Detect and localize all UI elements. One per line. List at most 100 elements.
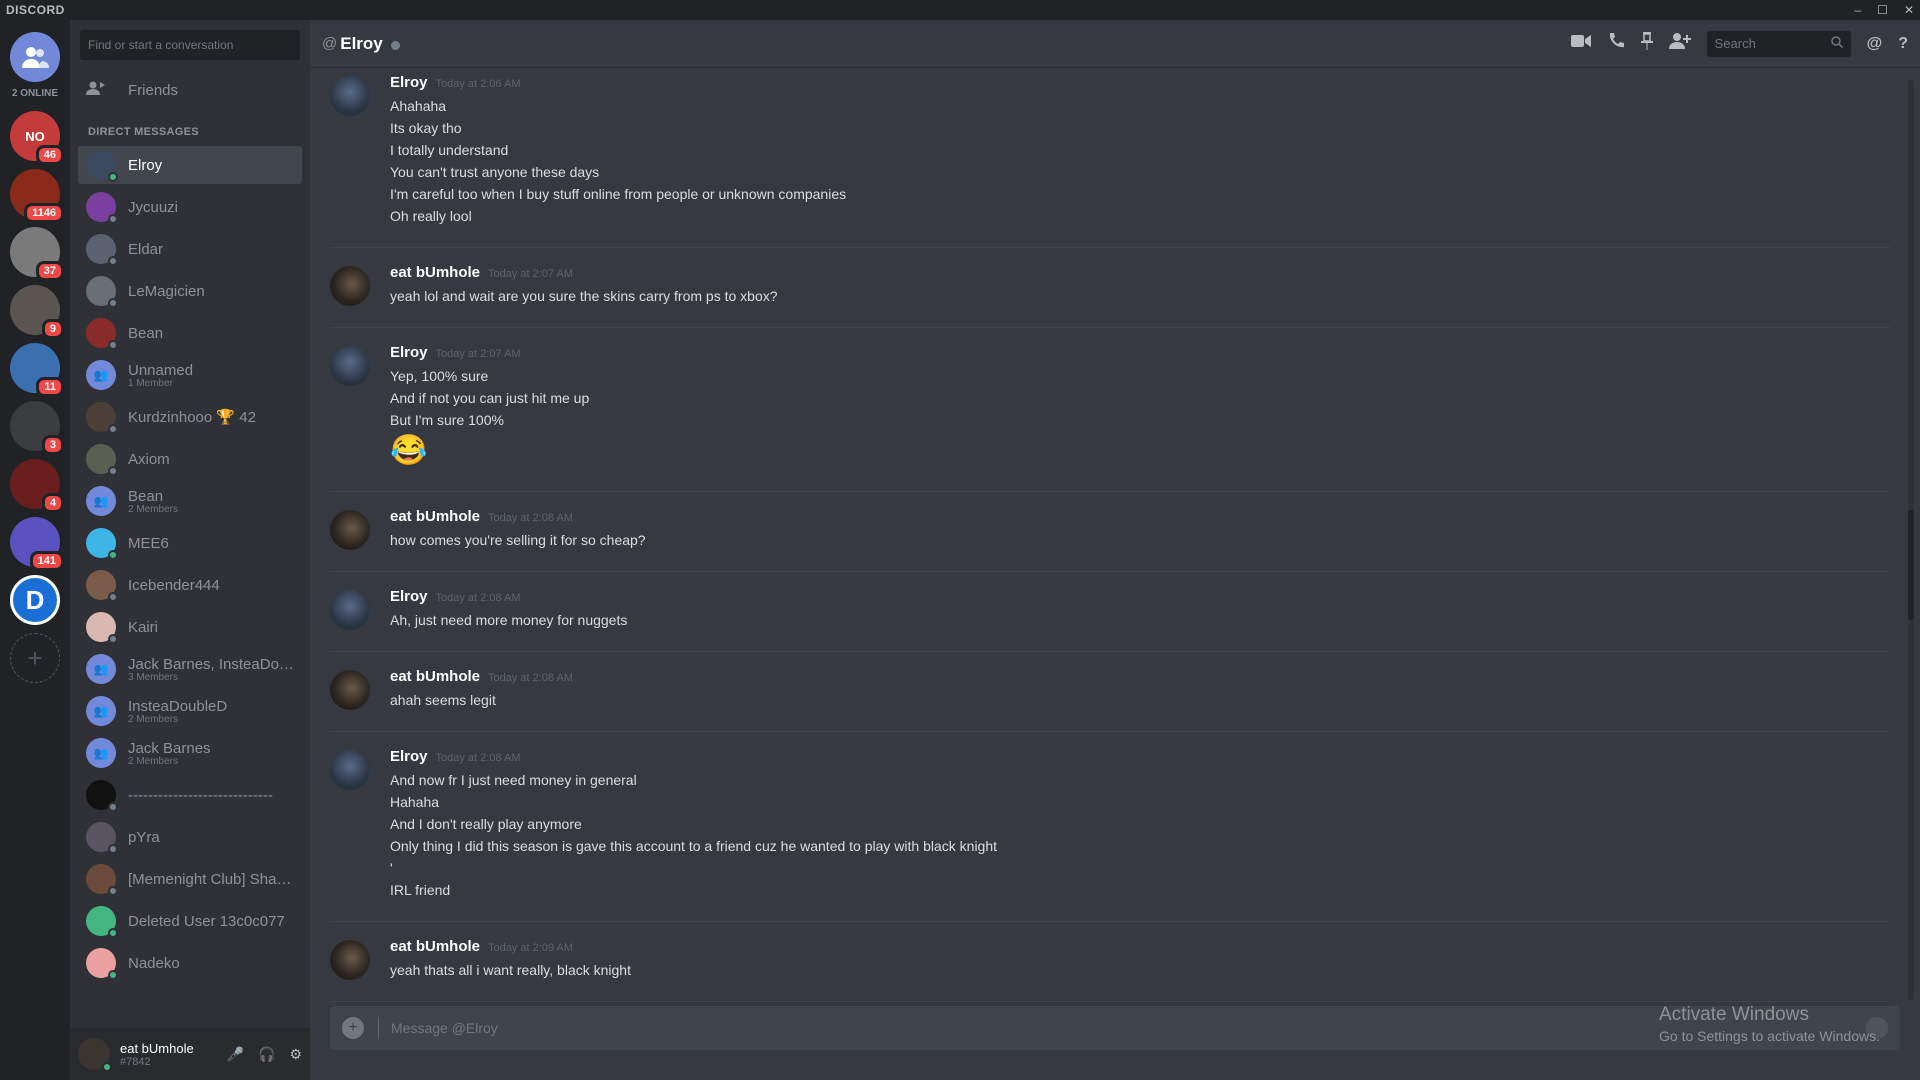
dm-item[interactable]: Eldar bbox=[78, 230, 302, 268]
dm-list: Elroy Jycuuzi Eldar LeMagicien Bean 👥 Unnamed 1… bbox=[70, 146, 310, 1016]
add-friend-icon[interactable] bbox=[1668, 32, 1691, 55]
dm-name: LeMagicien bbox=[128, 282, 205, 300]
settings-gear-icon[interactable]: ⚙ bbox=[289, 1046, 302, 1063]
dm-name: Jycuuzi bbox=[128, 198, 179, 216]
server-icon[interactable]: 1146 bbox=[10, 169, 64, 223]
dm-avatar bbox=[86, 948, 118, 980]
message-timestamp: Today at 2:09 AM bbox=[488, 942, 574, 954]
user-avatar[interactable] bbox=[78, 1038, 112, 1072]
message-author[interactable]: eat bUmhole bbox=[390, 938, 480, 955]
dm-item[interactable]: Elroy bbox=[78, 146, 302, 184]
server-icon[interactable]: 37 bbox=[10, 227, 64, 281]
status-dot bbox=[108, 424, 118, 434]
dm-name: Eldar bbox=[128, 240, 164, 258]
status-dot bbox=[108, 466, 118, 476]
maximize-button[interactable]: ☐ bbox=[1877, 3, 1888, 17]
message-avatar[interactable] bbox=[330, 510, 370, 550]
friends-button[interactable]: Friends bbox=[70, 70, 310, 110]
dm-name: Kairi bbox=[128, 618, 159, 636]
help-icon[interactable]: ? bbox=[1898, 35, 1908, 53]
mention-badge: 3 bbox=[41, 435, 64, 455]
message-text: Oh really lool bbox=[390, 208, 472, 224]
status-dot bbox=[108, 172, 118, 182]
dm-item[interactable]: Nadeko bbox=[78, 944, 302, 982]
message-text: I'm careful too when I buy stuff online … bbox=[390, 186, 847, 202]
message-author[interactable]: eat bUmhole bbox=[390, 264, 480, 281]
scrollbar-thumb[interactable] bbox=[1908, 510, 1914, 620]
dm-item[interactable]: 👥 InsteaDoubleD 2 Members bbox=[78, 692, 302, 730]
dm-item[interactable]: Icebender444 bbox=[78, 566, 302, 604]
dm-name: Jack Barnes bbox=[128, 739, 211, 757]
video-call-icon[interactable] bbox=[1570, 34, 1591, 53]
dm-avatar bbox=[86, 864, 118, 896]
message-group: Elroy Today at 2:08 AM And now fr I just n… bbox=[330, 732, 1890, 922]
message-text: I totally understand bbox=[390, 142, 509, 158]
message-author[interactable]: Elroy bbox=[390, 74, 428, 91]
voice-call-icon[interactable] bbox=[1607, 32, 1625, 55]
dm-avatar bbox=[86, 192, 118, 224]
dm-item[interactable]: Bean bbox=[78, 314, 302, 352]
status-dot bbox=[108, 550, 118, 560]
dm-item[interactable]: 👥 Jack Barnes, InsteaDoub... 3 Members bbox=[78, 650, 302, 688]
server-icon[interactable]: 3 bbox=[10, 401, 64, 455]
microphone-icon[interactable]: 🎤 bbox=[227, 1046, 244, 1063]
mentions-icon[interactable]: @ bbox=[1867, 35, 1883, 53]
status-dot bbox=[108, 970, 118, 980]
message-author[interactable]: eat bUmhole bbox=[390, 508, 480, 525]
message-avatar[interactable] bbox=[330, 750, 370, 790]
message-avatar[interactable] bbox=[330, 76, 370, 116]
dm-item[interactable]: MEE6 bbox=[78, 524, 302, 562]
composer-divider bbox=[378, 1017, 379, 1039]
dm-item[interactable]: 👥 Jack Barnes 2 Members bbox=[78, 734, 302, 772]
message-avatar[interactable] bbox=[330, 940, 370, 980]
message-author[interactable]: eat bUmhole bbox=[390, 668, 480, 685]
message-avatar[interactable] bbox=[330, 670, 370, 710]
server-icon[interactable]: D bbox=[10, 575, 60, 625]
dm-item[interactable]: 👥 Unnamed 1 Member bbox=[78, 356, 302, 394]
dm-item[interactable]: 👥 Bean 2 Members bbox=[78, 482, 302, 520]
dm-search-input[interactable]: Find or start a conversation bbox=[80, 30, 300, 60]
header-search-input[interactable]: Search bbox=[1706, 30, 1851, 57]
dm-item[interactable]: Jycuuzi bbox=[78, 188, 302, 226]
upload-file-icon[interactable]: + bbox=[342, 1017, 364, 1039]
dm-item[interactable]: ----------------------------- bbox=[78, 776, 302, 814]
message-scrollbar[interactable] bbox=[1908, 80, 1914, 1000]
status-dot bbox=[108, 214, 118, 224]
mention-badge: 37 bbox=[35, 261, 64, 281]
headset-icon[interactable]: 🎧 bbox=[258, 1046, 275, 1063]
home-button[interactable] bbox=[10, 32, 60, 82]
message-avatar[interactable] bbox=[330, 346, 370, 386]
dm-item[interactable]: pYra bbox=[78, 818, 302, 856]
server-icon[interactable]: 4 bbox=[10, 459, 64, 513]
message-timestamp: Today at 2:08 AM bbox=[435, 592, 521, 604]
message-text: IRL friend bbox=[390, 882, 451, 898]
message-text: yeah thats all i want really, black knig… bbox=[390, 962, 631, 978]
dm-item[interactable]: Kairi bbox=[78, 608, 302, 646]
chat-area: @ Elroy Search @ ? Elroy Today at 2:06 AM… bbox=[310, 20, 1920, 1080]
server-icon[interactable]: 9 bbox=[10, 285, 64, 339]
message-avatar[interactable] bbox=[330, 266, 370, 306]
server-icon[interactable]: 11 bbox=[10, 343, 64, 397]
dm-item[interactable]: Axiom bbox=[78, 440, 302, 478]
dm-avatar bbox=[86, 318, 118, 350]
dm-name: Unnamed bbox=[128, 361, 194, 379]
dm-item[interactable]: [Memenight Club] Shai ... bbox=[78, 860, 302, 898]
dm-item[interactable]: Kurdzinhooo 🏆 42 bbox=[78, 398, 302, 436]
dm-item[interactable]: Deleted User 13c0c077 bbox=[78, 902, 302, 940]
server-icon[interactable]: NO 46 bbox=[10, 111, 64, 165]
message-text: And if not you can just hit me up bbox=[390, 390, 590, 406]
message-group: Elroy Today at 2:08 AM Ah, just need more … bbox=[330, 572, 1890, 652]
dm-avatar bbox=[86, 444, 118, 476]
minimize-button[interactable]: – bbox=[1854, 3, 1861, 17]
message-author[interactable]: Elroy bbox=[390, 588, 428, 605]
dm-item[interactable]: LeMagicien bbox=[78, 272, 302, 310]
close-button[interactable]: ✕ bbox=[1904, 3, 1914, 17]
message-author[interactable]: Elroy bbox=[390, 748, 428, 765]
pin-icon[interactable] bbox=[1640, 32, 1653, 55]
message-avatar[interactable] bbox=[330, 590, 370, 630]
add-server-button[interactable]: + bbox=[10, 633, 60, 683]
message-author[interactable]: Elroy bbox=[390, 344, 428, 361]
message-input[interactable] bbox=[391, 1020, 1856, 1036]
server-icon[interactable]: 141 bbox=[10, 517, 64, 571]
window-controls: – ☐ ✕ bbox=[1854, 3, 1914, 17]
